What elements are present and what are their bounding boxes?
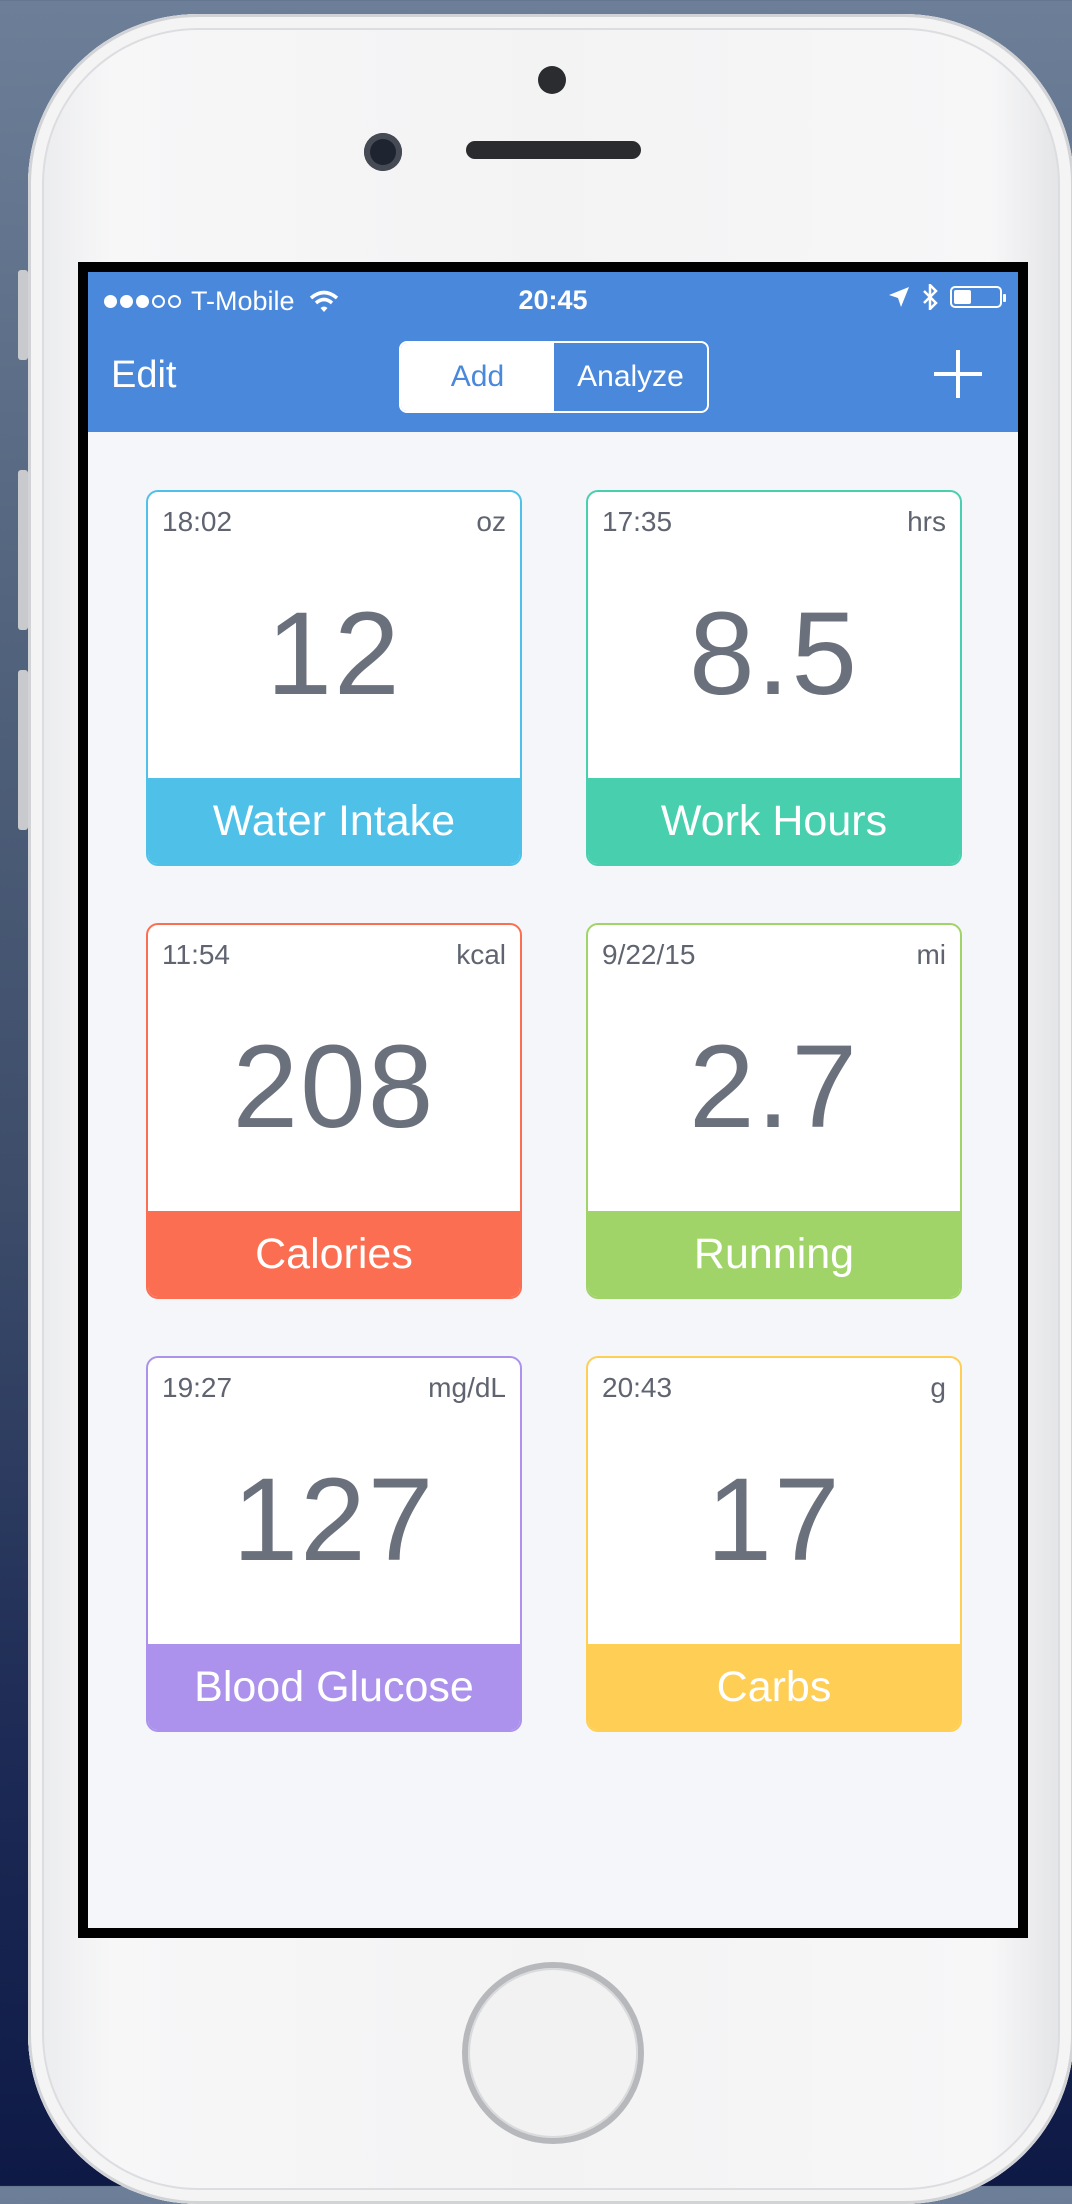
- tracker-label: Work Hours: [588, 778, 960, 864]
- tracker-label: Blood Glucose: [148, 1644, 520, 1730]
- segment-add[interactable]: Add: [401, 343, 554, 411]
- bluetooth-icon: [923, 284, 938, 310]
- last-entry-time: 18:02: [162, 506, 233, 537]
- navigation-bar: T-Mobile 20:45 Edit Add Analyze: [88, 272, 1018, 432]
- unit-label: mg/dL: [428, 1372, 506, 1403]
- tracker-card-blood-glucose[interactable]: 19:27 mg/dL 127 Blood Glucose: [146, 1356, 522, 1732]
- status-time: 20:45: [518, 285, 588, 315]
- mute-switch: [18, 270, 28, 360]
- front-camera: [364, 133, 402, 171]
- segment-analyze[interactable]: Analyze: [554, 343, 707, 411]
- battery-level: [954, 290, 971, 304]
- home-button[interactable]: [468, 1968, 638, 2138]
- volume-down-button: [18, 670, 28, 830]
- last-entry-time: 19:27: [162, 1372, 233, 1403]
- add-icon[interactable]: [934, 350, 982, 398]
- tracker-label: Running: [588, 1211, 960, 1297]
- mode-segmented-control: Add Analyze: [399, 341, 709, 413]
- edit-button[interactable]: Edit: [111, 354, 176, 397]
- tracker-label: Carbs: [588, 1644, 960, 1730]
- tracker-label: Calories: [148, 1211, 520, 1297]
- tracker-card-carbs[interactable]: 20:43 g 17 Carbs: [586, 1356, 962, 1732]
- unit-label: g: [930, 1372, 946, 1403]
- last-entry-time: 9/22/15: [602, 939, 696, 970]
- app-screen: T-Mobile 20:45 Edit Add Analyze 18:02 oz…: [88, 272, 1018, 1928]
- tracker-label: Water Intake: [148, 778, 520, 864]
- tracker-card-calories[interactable]: 11:54 kcal 208 Calories: [146, 923, 522, 1299]
- status-icons: [888, 284, 1006, 310]
- unit-label: mi: [916, 939, 946, 970]
- tracker-card-running[interactable]: 9/22/15 mi 2.7 Running: [586, 923, 962, 1299]
- volume-up-button: [18, 470, 28, 630]
- earpiece-speaker: [466, 141, 641, 159]
- status-bar: T-Mobile 20:45: [88, 272, 1018, 326]
- tracker-value: 127: [232, 1454, 436, 1586]
- tracker-value: 17: [706, 1454, 842, 1586]
- tracker-value: 208: [232, 1021, 436, 1153]
- tracker-value: 8.5: [688, 588, 860, 720]
- unit-label: hrs: [907, 506, 946, 537]
- battery-icon: [950, 286, 1006, 308]
- location-arrow-icon: [889, 287, 909, 307]
- tracker-value: 2.7: [688, 1021, 860, 1153]
- unit-label: oz: [476, 506, 506, 537]
- proximity-sensor: [538, 66, 566, 94]
- last-entry-time: 20:43: [602, 1372, 673, 1403]
- unit-label: kcal: [456, 939, 506, 970]
- tracker-value: 12: [266, 588, 402, 720]
- tracker-card-water-intake[interactable]: 18:02 oz 12 Water Intake: [146, 490, 522, 866]
- tracker-card-work-hours[interactable]: 17:35 hrs 8.5 Work Hours: [586, 490, 962, 866]
- last-entry-time: 11:54: [162, 939, 230, 970]
- last-entry-time: 17:35: [602, 506, 673, 537]
